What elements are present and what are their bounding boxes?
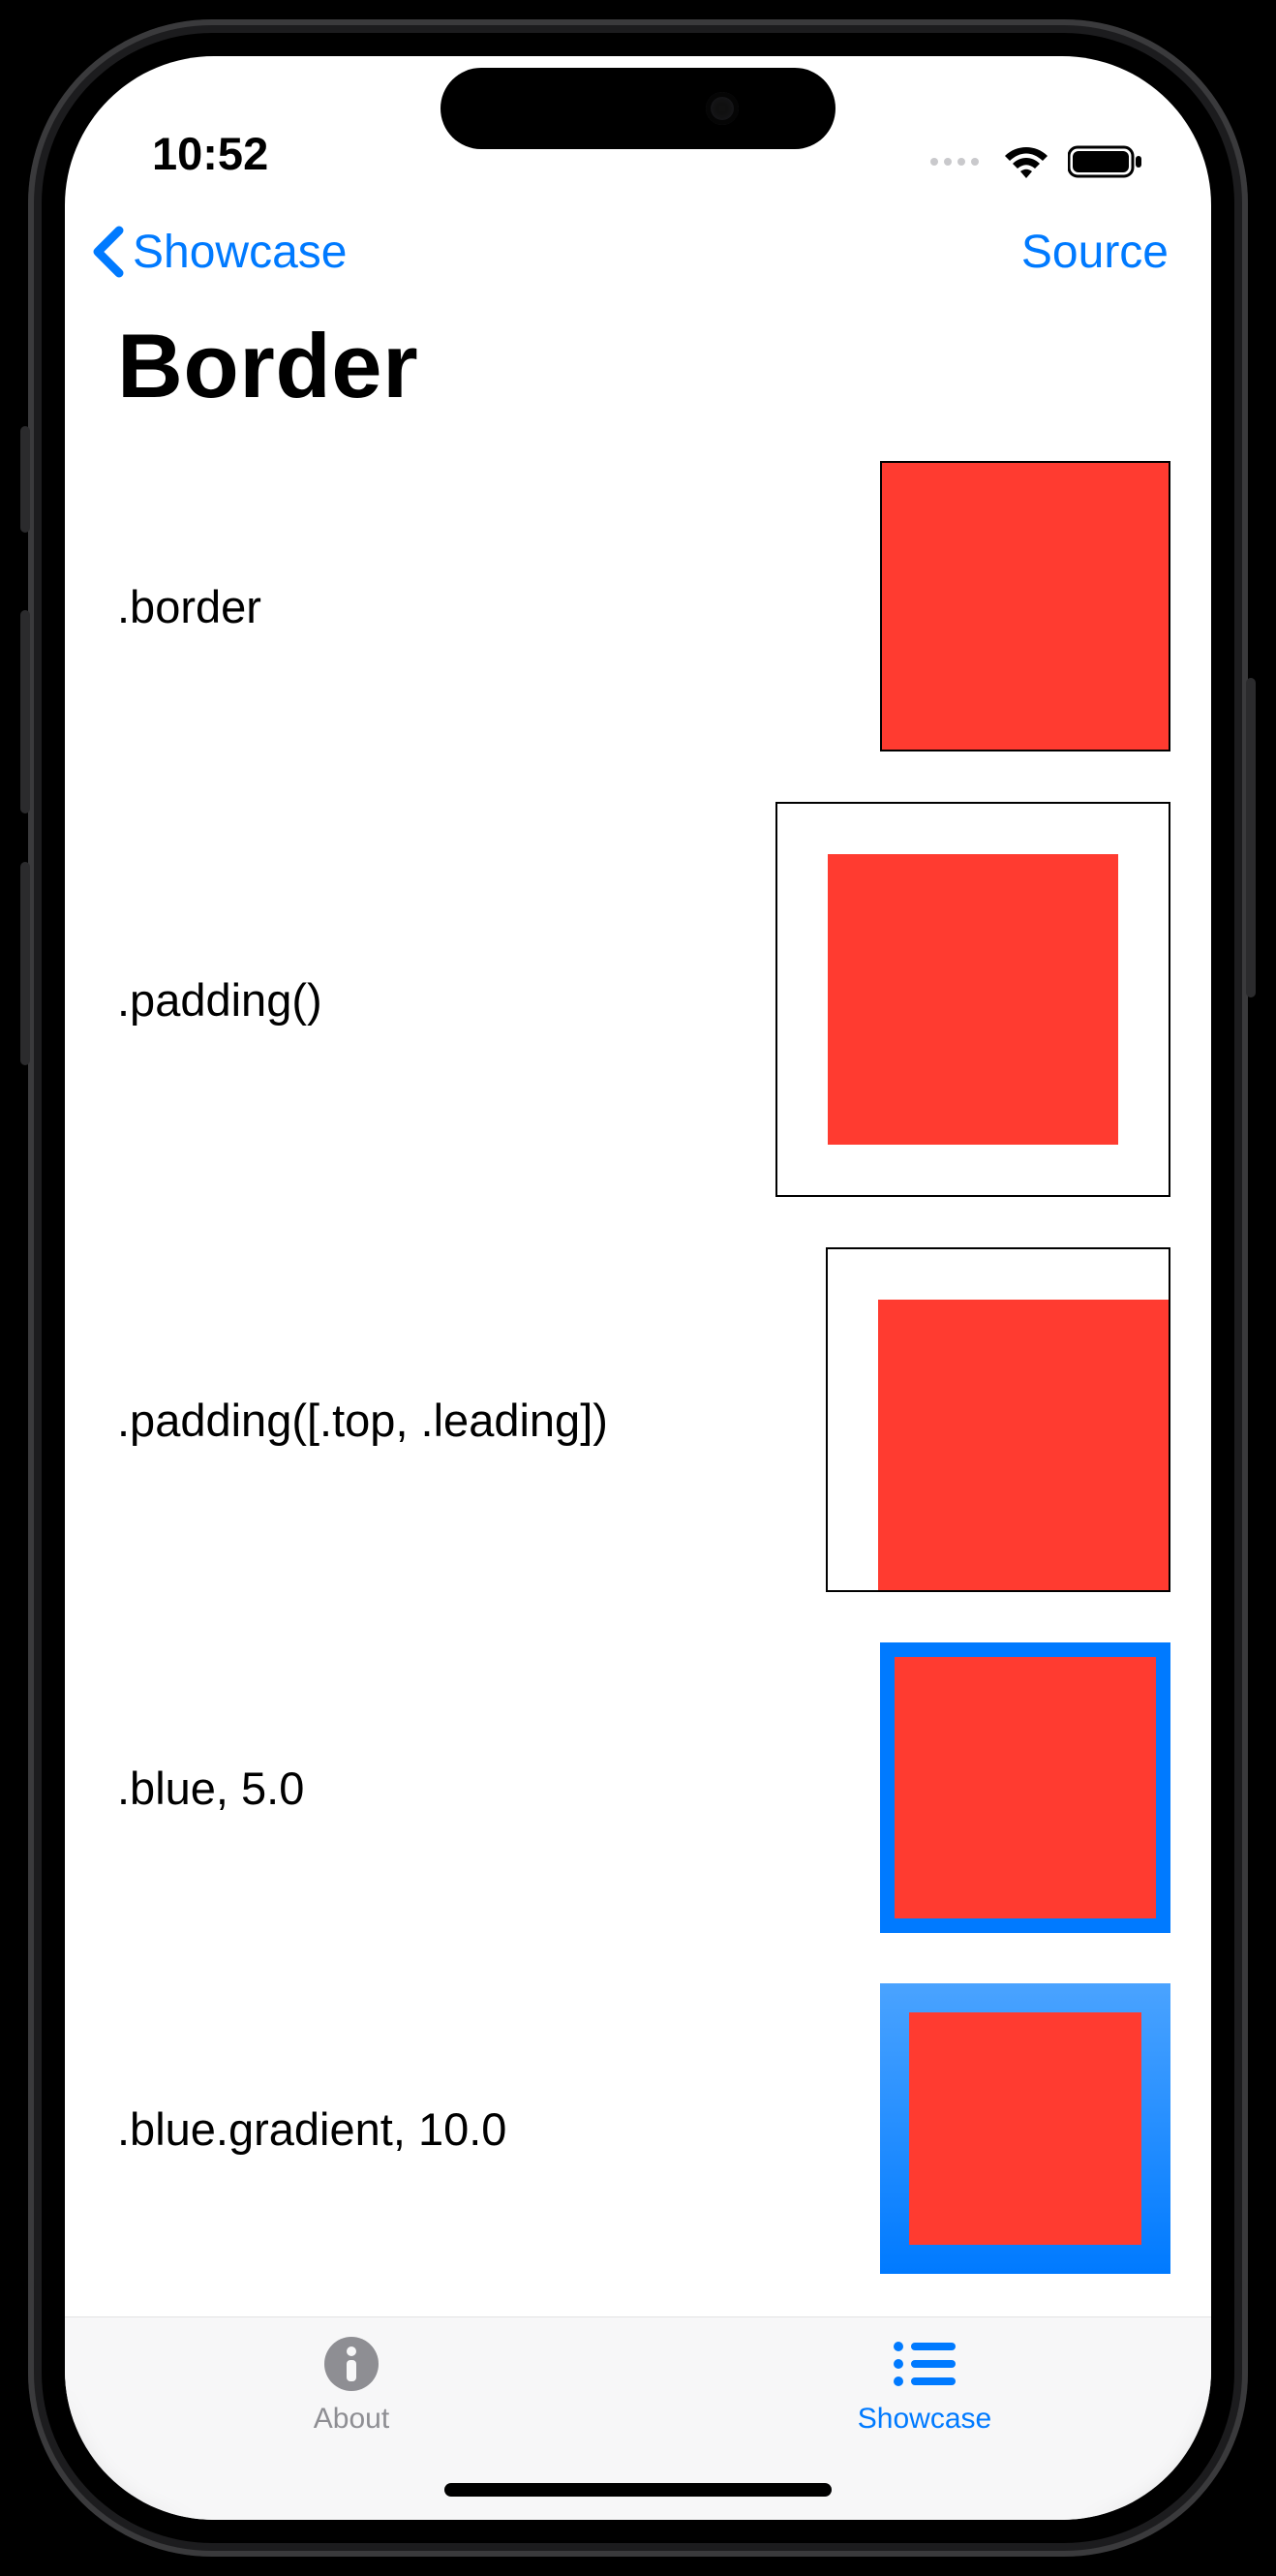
battery-icon <box>1068 143 1143 180</box>
list-item: .padding([.top, .leading]) <box>106 1247 1170 1592</box>
side-button-vol-up <box>20 610 30 813</box>
side-button-power <box>1246 678 1256 997</box>
inner-square <box>909 2012 1141 2245</box>
cellular-dots-icon <box>930 158 979 166</box>
screen: 10:52 <box>65 56 1211 2520</box>
example-preview-blue-border <box>880 1642 1170 1933</box>
home-indicator[interactable] <box>444 2483 832 2497</box>
source-label: Source <box>1021 227 1169 278</box>
back-button[interactable]: Showcase <box>88 225 347 279</box>
list-item: .border <box>106 461 1170 751</box>
list-item: .padding() <box>106 802 1170 1197</box>
navigation-bar: Showcase Source <box>65 192 1211 287</box>
example-preview-padding-edges <box>826 1247 1170 1592</box>
example-label: .blue.gradient, 10.0 <box>106 2102 506 2156</box>
dynamic-island <box>441 68 835 149</box>
example-label: .padding([.top, .leading]) <box>106 1394 608 1447</box>
inner-square <box>878 1300 1169 1590</box>
example-label: .border <box>106 580 261 633</box>
inner-square <box>828 854 1118 1145</box>
example-preview-border <box>880 461 1170 751</box>
back-label: Showcase <box>133 226 347 279</box>
status-time: 10:52 <box>152 127 268 180</box>
chevron-left-icon <box>88 225 131 279</box>
example-label: .padding() <box>106 973 322 1027</box>
tab-label: About <box>314 2403 389 2436</box>
example-preview-gradient-border <box>880 1983 1170 2274</box>
example-preview-padding <box>775 802 1170 1197</box>
list-item: .blue, 5.0 <box>106 1642 1170 1933</box>
wifi-icon <box>1002 143 1050 180</box>
page-title: Border <box>65 287 1211 461</box>
source-button[interactable]: Source <box>1021 226 1169 279</box>
device-bezel: 10:52 <box>47 39 1229 2537</box>
status-right <box>930 143 1143 180</box>
example-label: .blue, 5.0 <box>106 1762 304 1815</box>
front-camera <box>706 92 739 125</box>
info-circle-icon <box>317 2335 386 2393</box>
tab-label: Showcase <box>858 2403 991 2436</box>
inner-square <box>895 1657 1156 1918</box>
side-button-vol-down <box>20 862 30 1065</box>
list-item: .blue.gradient, 10.0 <box>106 1983 1170 2274</box>
device-frame: 10:52 <box>28 19 1248 2557</box>
example-list[interactable]: .border .padding() .padding([.top, .lead… <box>65 461 1211 2316</box>
side-button-silence <box>20 426 30 533</box>
list-bullet-icon <box>890 2335 959 2393</box>
